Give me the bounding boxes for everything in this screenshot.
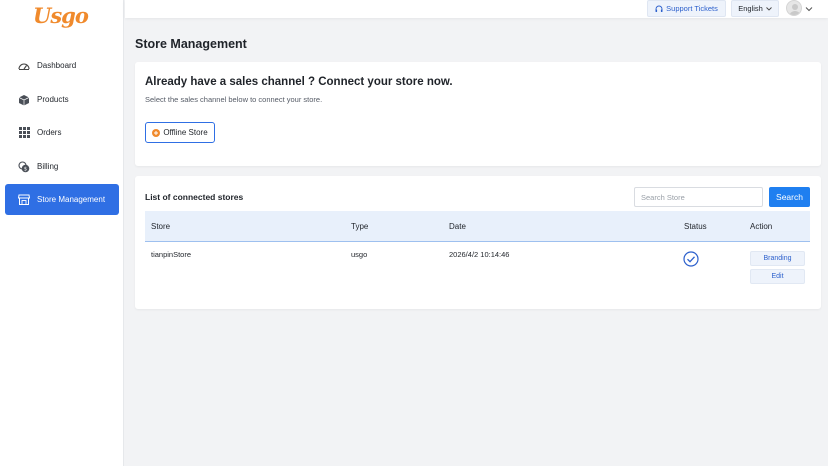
sidebar-item-orders[interactable]: Orders (5, 117, 119, 148)
avatar[interactable] (786, 0, 802, 16)
connect-subtext: Select the sales channel below to connec… (145, 95, 323, 104)
sidebar-item-label: Billing (37, 162, 59, 171)
search-button[interactable]: Search (769, 187, 810, 207)
sidebar-item-products[interactable]: Products (5, 84, 119, 115)
language-label: English (738, 4, 763, 13)
column-header-type: Type (351, 222, 369, 231)
chevron-down-icon[interactable] (805, 5, 813, 13)
box-icon (17, 93, 31, 107)
coins-icon: $ (17, 160, 31, 174)
connect-store-card: Already have a sales channel ? Connect y… (135, 62, 821, 166)
gauge-icon (17, 59, 31, 73)
stores-list-title: List of connected stores (145, 192, 244, 202)
sidebar-item-label: Store Management (37, 195, 106, 204)
sidebar-item-label: Orders (37, 128, 62, 137)
support-tickets-label: Support Tickets (666, 4, 718, 13)
usgo-logo[interactable]: Usgo (33, 4, 91, 28)
svg-text:$: $ (24, 166, 27, 172)
branding-button[interactable]: Branding (750, 251, 805, 266)
sidebar: Usgo Dashboard Products Orders $ Billing (0, 0, 124, 466)
column-header-status: Status (684, 222, 707, 231)
connected-stores-card: List of connected stores Search Store Ty… (135, 176, 821, 309)
storefront-icon (17, 193, 31, 207)
search-store-input[interactable] (634, 187, 763, 207)
column-header-store: Store (151, 222, 171, 231)
offline-store-button[interactable]: Offline Store (145, 122, 215, 143)
sidebar-item-dashboard[interactable]: Dashboard (5, 50, 119, 81)
language-select[interactable]: English (731, 0, 779, 17)
offline-store-label: Offline Store (163, 128, 208, 137)
grid-icon (17, 126, 31, 140)
page-title: Store Management (135, 37, 247, 51)
check-circle-icon (683, 251, 699, 267)
sidebar-item-label: Products (37, 95, 69, 104)
table-header: Store Type Date Status Action (145, 211, 810, 242)
chevron-down-icon (765, 6, 772, 11)
store-name-cell: tianpinStore (151, 250, 192, 259)
store-type-cell: usgo (351, 250, 368, 259)
column-header-date: Date (449, 222, 466, 231)
column-header-action: Action (750, 222, 773, 231)
sidebar-item-billing[interactable]: $ Billing (5, 151, 119, 182)
sidebar-item-store-management[interactable]: Store Management (5, 184, 119, 215)
headset-icon (655, 5, 663, 12)
connect-heading: Already have a sales channel ? Connect y… (145, 76, 453, 88)
plus-icon (152, 128, 161, 137)
store-date-cell: 2026/4/2 10:14:46 (449, 250, 510, 259)
edit-button[interactable]: Edit (750, 269, 805, 284)
logo-text: Usgo (33, 3, 89, 28)
support-tickets-button[interactable]: Support Tickets (647, 0, 726, 17)
sidebar-item-label: Dashboard (37, 61, 77, 70)
